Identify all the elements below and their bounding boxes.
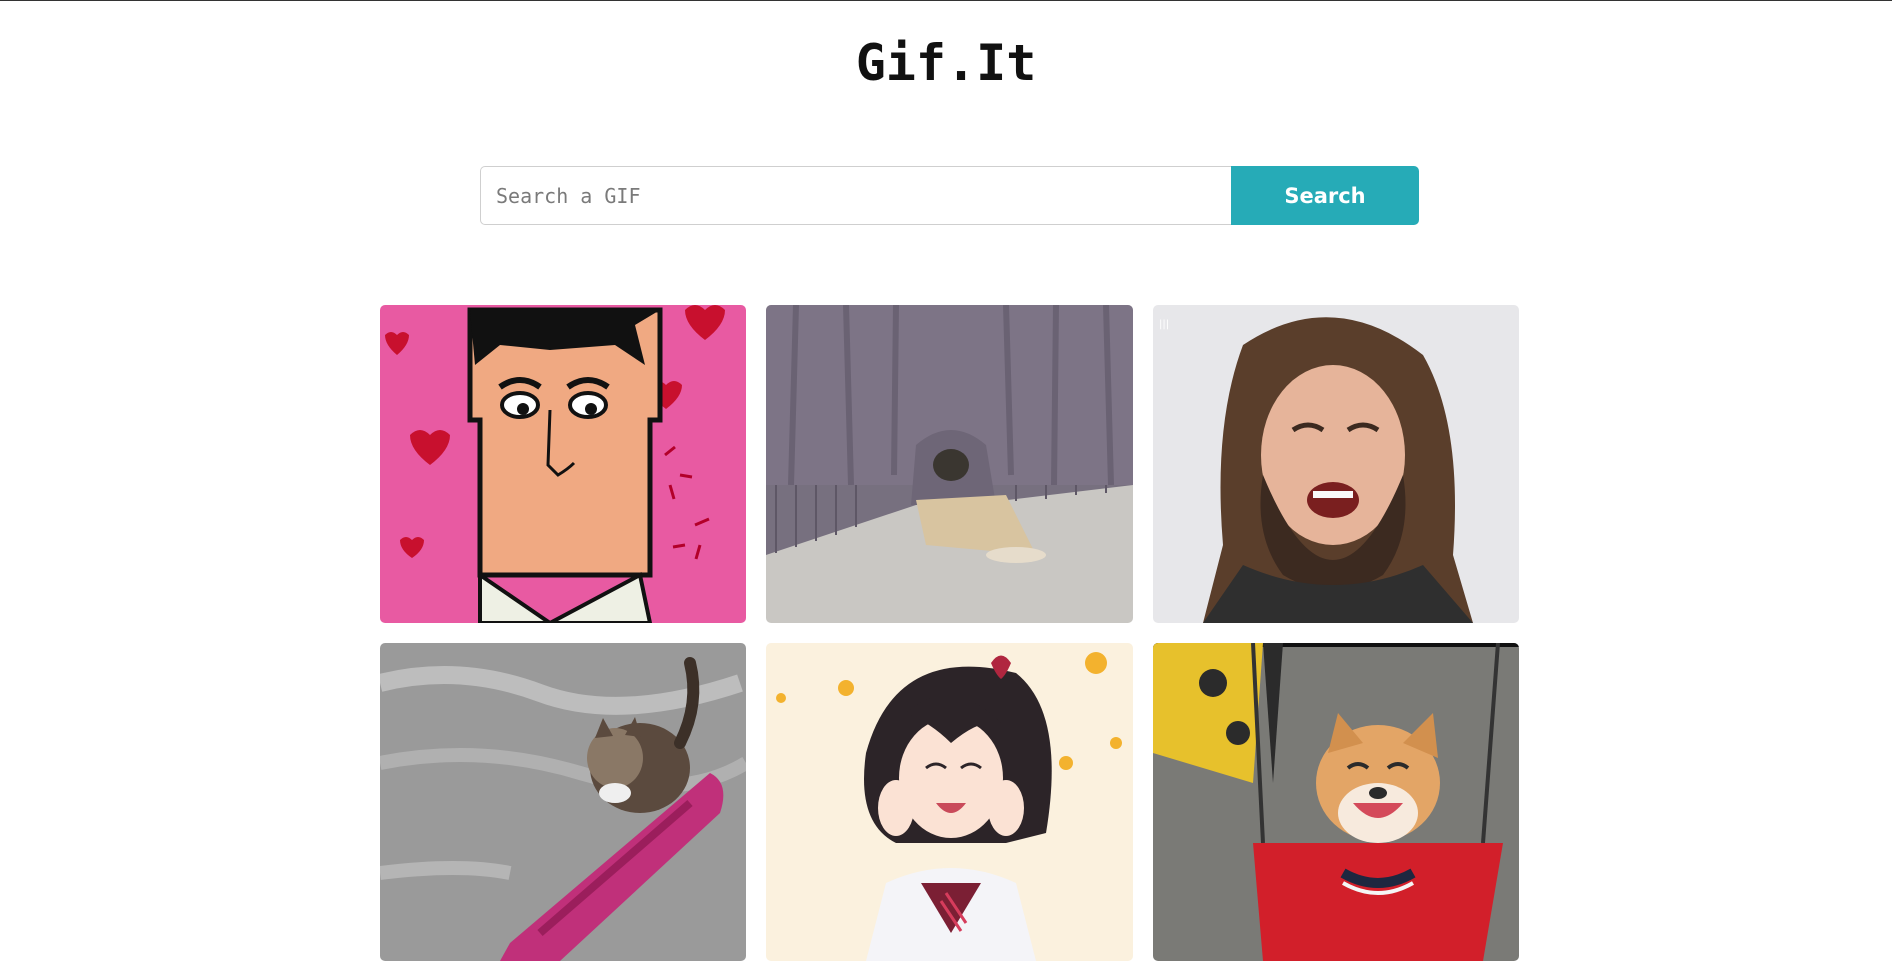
gif-result-item[interactable]: ||| <box>1153 305 1519 623</box>
gif-result-item[interactable] <box>380 305 746 623</box>
search-form: Search <box>480 166 1419 225</box>
gif-result-item[interactable] <box>766 305 1133 623</box>
search-input[interactable] <box>480 166 1231 225</box>
gif-bearded-man-image: ||| <box>1153 305 1519 623</box>
gif-result-item[interactable] <box>766 643 1133 961</box>
svg-text:|||: ||| <box>1159 319 1169 330</box>
top-border <box>0 0 1892 1</box>
gif-anime-girl-image <box>766 643 1133 961</box>
gif-cat-sled-image <box>380 643 746 961</box>
gif-dog-curtain-image <box>766 305 1133 623</box>
gif-cartoon-man-image <box>380 305 746 623</box>
search-button[interactable]: Search <box>1231 166 1419 225</box>
gif-result-item[interactable] <box>380 643 746 961</box>
gif-result-item[interactable] <box>1153 643 1519 961</box>
app-title: Gif.It <box>855 34 1037 92</box>
gif-shiba-swing-image <box>1153 643 1519 961</box>
gif-results-grid: ||| <box>380 305 1520 961</box>
